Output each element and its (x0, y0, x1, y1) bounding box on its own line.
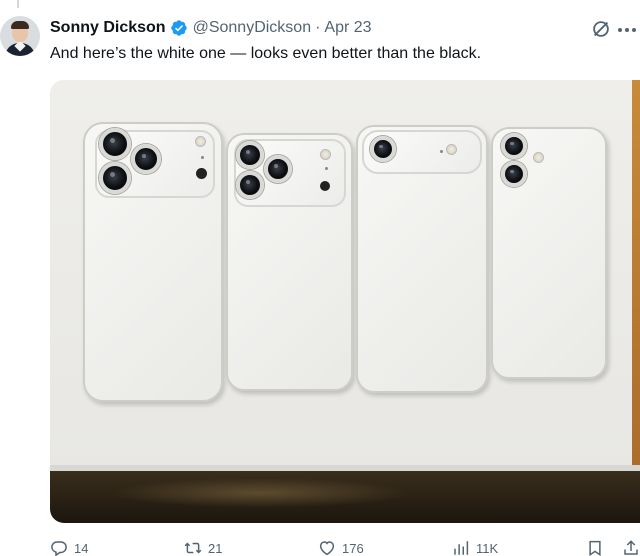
heart-icon (319, 541, 335, 556)
views-count: 11K (476, 540, 499, 556)
tweet-date[interactable]: Apr 23 (324, 19, 371, 37)
phone-dummy-pro-max (83, 122, 223, 402)
bookmark-button[interactable] (586, 538, 604, 556)
thread-connector-line (17, 0, 19, 8)
avatar[interactable] (0, 16, 40, 56)
reply-icon (51, 541, 67, 556)
grok-icon[interactable] (590, 18, 612, 40)
author-display-name[interactable]: Sonny Dickson (50, 19, 166, 37)
like-button[interactable]: 176 (318, 538, 364, 556)
bookmark-icon (589, 540, 601, 556)
views-button[interactable]: 11K (452, 538, 498, 556)
tweet-action-bar: 14 21 176 11K (50, 538, 640, 556)
reply-count: 14 (74, 540, 89, 556)
like-count: 176 (342, 540, 364, 556)
tweet-media-photo[interactable] (50, 80, 640, 523)
phone-dummy-base (491, 127, 607, 379)
header-separator: · (315, 19, 321, 36)
share-button[interactable] (622, 538, 640, 556)
phone-dummy-pro (226, 133, 353, 391)
repost-count: 21 (208, 540, 223, 556)
views-icon (454, 541, 469, 555)
repost-button[interactable]: 21 (184, 538, 222, 556)
reply-button[interactable]: 14 (50, 538, 88, 556)
verified-badge-icon (170, 20, 187, 36)
phone-dummy-plus (356, 125, 488, 393)
repost-icon (184, 542, 202, 554)
tweet-text: And here’s the white one — looks even be… (50, 45, 482, 62)
tweet-header: Sonny Dickson @SonnyDickson · Apr 23 (50, 18, 372, 38)
author-handle[interactable]: @SonnyDickson (193, 19, 312, 37)
share-icon (624, 540, 638, 555)
more-icon[interactable] (618, 20, 640, 40)
